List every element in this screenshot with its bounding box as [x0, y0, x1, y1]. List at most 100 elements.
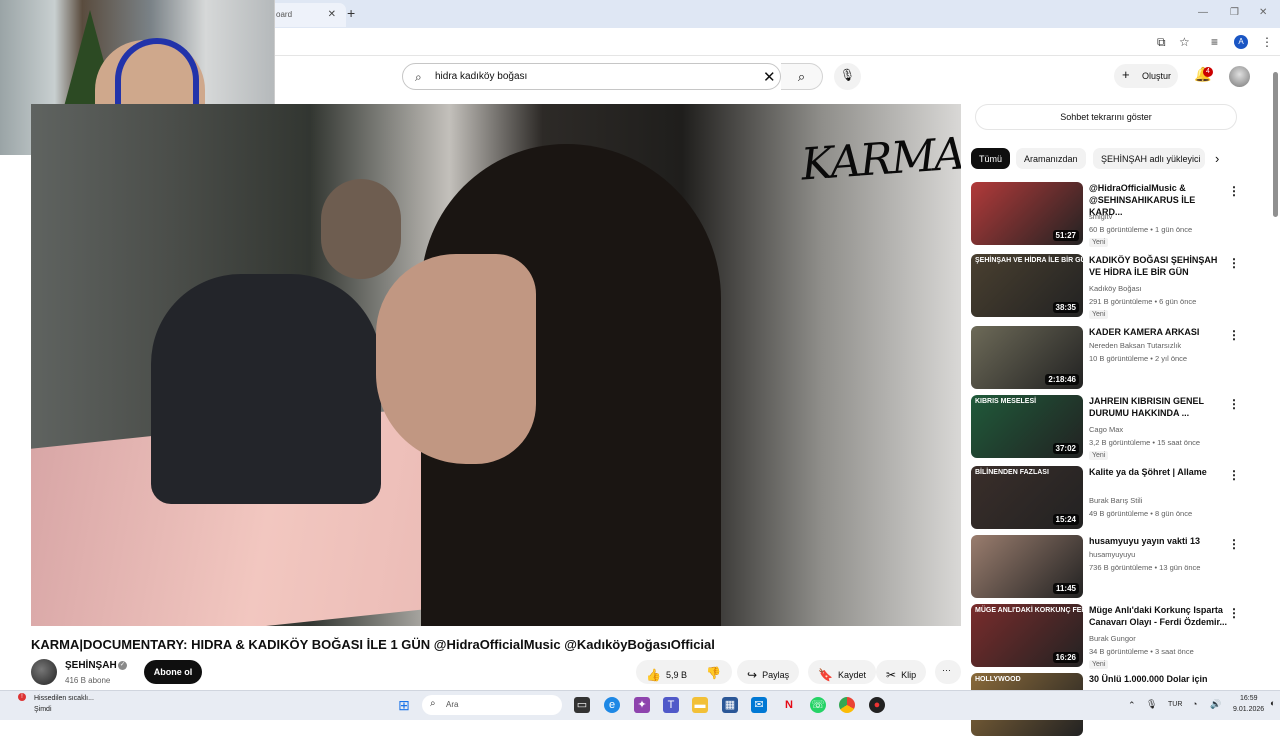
- media-control-icon[interactable]: ≡: [1211, 35, 1218, 49]
- video-thumbnail[interactable]: 11:45: [971, 535, 1083, 598]
- clock-time[interactable]: 16:59: [1240, 695, 1258, 702]
- recommendation-channel[interactable]: husamyuyuyu: [1089, 550, 1135, 559]
- weather-subtitle: Şimdi: [34, 706, 52, 713]
- recommendation-channel[interactable]: Cago Max: [1089, 425, 1123, 434]
- video-duration: 15:24: [1052, 514, 1079, 525]
- create-button[interactable]: + Oluştur: [1114, 64, 1178, 88]
- video-thumbnail[interactable]: BİLİNENDEN FAZLASI 15:24: [971, 466, 1083, 529]
- user-avatar[interactable]: [1229, 66, 1250, 87]
- chip-all[interactable]: Tümü: [971, 148, 1011, 169]
- tab-close-icon[interactable]: ✕: [328, 9, 336, 20]
- scrollbar-thumb[interactable]: [1273, 72, 1278, 217]
- recommendation-item[interactable]: 2:18:46 KADER KAMERA ARKASI Nereden Baksan…: [971, 326, 1261, 390]
- more-options-icon[interactable]: ⋮: [1228, 606, 1240, 620]
- video-thumbnail[interactable]: KIBRIS MESELESİ 37:02: [971, 395, 1083, 458]
- channel-avatar[interactable]: [31, 659, 57, 685]
- browser-tab[interactable]: oard ✕: [268, 3, 346, 27]
- file-explorer-icon[interactable]: ▬: [692, 697, 708, 713]
- recommendation-channel[interactable]: Burak Barış Stili: [1089, 496, 1142, 505]
- more-options-icon[interactable]: ⋮: [1228, 397, 1240, 411]
- language-indicator[interactable]: TUR: [1168, 701, 1182, 708]
- microphone-tray-icon[interactable]: 🎙: [1146, 699, 1157, 710]
- recommendation-item[interactable]: 11:45 husamyuyu yayın vakti 13 husamyuyuyu…: [971, 535, 1261, 599]
- minimize-button[interactable]: —: [1198, 7, 1208, 18]
- subscribe-button[interactable]: Abone ol: [144, 660, 202, 684]
- taskbar-search[interactable]: ⌕ Ara: [422, 695, 562, 715]
- whatsapp-icon[interactable]: ☏: [810, 697, 826, 713]
- chrome-icon[interactable]: [839, 697, 855, 713]
- recommendation-title[interactable]: Müge Anlı'daki Korkunç Isparta Canavarı …: [1089, 604, 1229, 628]
- recommendation-channel[interactable]: Nereden Baksan Tutarsızlık: [1089, 341, 1181, 350]
- more-options-icon[interactable]: ⋮: [1228, 468, 1240, 482]
- like-icon[interactable]: 👍: [646, 668, 661, 682]
- task-view-icon[interactable]: ▭: [574, 697, 590, 713]
- recommendation-title[interactable]: Kalite ya da Şöhret | Allame: [1089, 466, 1229, 478]
- store-icon[interactable]: ▦: [722, 697, 738, 713]
- netflix-icon[interactable]: N: [781, 697, 797, 713]
- volume-icon[interactable]: 🔊: [1210, 699, 1221, 710]
- browser-profile-avatar[interactable]: A: [1234, 35, 1248, 49]
- video-thumbnail[interactable]: 2:18:46: [971, 326, 1083, 389]
- mail-icon[interactable]: ✉: [751, 697, 767, 713]
- video-thumbnail[interactable]: 51:27: [971, 182, 1083, 245]
- recommendation-title[interactable]: husamyuyu yayın vakti 13: [1089, 535, 1229, 547]
- recommendation-item[interactable]: ŞEHİNŞAH VE HİDRA İLE BİR GÜN 2026 38:35 K…: [971, 254, 1261, 319]
- more-options-icon[interactable]: ⋮: [1228, 328, 1240, 342]
- channel-name[interactable]: ŞEHİNŞAH: [65, 660, 117, 671]
- page-scrollbar[interactable]: [1271, 62, 1280, 690]
- search-button[interactable]: ⌕: [781, 63, 823, 90]
- video-player[interactable]: KARMA: [31, 104, 961, 626]
- close-window-button[interactable]: ✕: [1259, 7, 1267, 18]
- wifi-icon[interactable]: ◔: [1192, 699, 1197, 709]
- windows-start-icon[interactable]: ⊞: [396, 697, 412, 713]
- new-tab-button[interactable]: +: [347, 5, 355, 21]
- recommendation-item[interactable]: 51:27 @HidraOfficialMusic & @SEHINSAHIKAR…: [971, 182, 1261, 247]
- tab-title: oard: [276, 10, 293, 19]
- chat-replay-button[interactable]: Sohbet tekrarını göster: [975, 104, 1237, 130]
- video-thumbnail[interactable]: MÜGE ANLI'DAKİ KORKUNÇ FERDİ ÖZDEMİR OL.…: [971, 604, 1083, 667]
- recommendation-title[interactable]: KADER KAMERA ARKASI: [1089, 326, 1229, 338]
- more-options-icon[interactable]: ⋮: [1228, 184, 1240, 198]
- recording-app-icon[interactable]: ●: [869, 697, 885, 713]
- dislike-icon[interactable]: 👎: [706, 666, 721, 680]
- clear-search-icon[interactable]: ✕: [763, 68, 776, 86]
- browser-menu-icon[interactable]: ⋮: [1261, 35, 1273, 49]
- notification-center-icon[interactable]: ◐: [1270, 698, 1275, 708]
- chip-uploader[interactable]: ŞEHİNŞAH adlı yükleyici: [1093, 148, 1205, 169]
- more-options-icon[interactable]: ⋮: [1228, 256, 1240, 270]
- recommendation-title[interactable]: KADIKÖY BOĞASI ŞEHİNŞAH VE HİDRA İLE BİR…: [1089, 254, 1229, 278]
- recommendation-item[interactable]: MÜGE ANLI'DAKİ KORKUNÇ FERDİ ÖZDEMİR OL.…: [971, 604, 1261, 669]
- weather-title[interactable]: Hissedilen sıcaklı...: [34, 695, 94, 702]
- search-input[interactable]: hidra kadıköy boğası: [435, 71, 527, 82]
- clip-button[interactable]: ✂ Klip: [876, 660, 927, 684]
- share-button[interactable]: ↪ Paylaş: [737, 660, 800, 684]
- weather-alert-icon[interactable]: !: [18, 693, 26, 701]
- like-dislike-group: 👍 5,9 B 👎: [636, 660, 732, 684]
- voice-search-button[interactable]: 🎙: [834, 63, 861, 90]
- recommendation-item[interactable]: BİLİNENDEN FAZLASI 15:24 Kalite ya da Şöhr…: [971, 466, 1261, 530]
- chevron-right-icon[interactable]: ›: [1215, 151, 1219, 166]
- video-thumbnail[interactable]: ŞEHİNŞAH VE HİDRA İLE BİR GÜN 2026 38:35: [971, 254, 1083, 317]
- cast-icon[interactable]: ⧉: [1157, 35, 1166, 50]
- teams-icon[interactable]: T: [663, 697, 679, 713]
- recommendation-channel[interactable]: smlgltv: [1089, 212, 1112, 221]
- chip-from-search[interactable]: Aramanızdan: [1016, 148, 1086, 169]
- video-scene-man: [151, 274, 381, 504]
- tray-overflow-icon[interactable]: ⌃: [1128, 700, 1136, 711]
- edge-icon[interactable]: e: [604, 697, 620, 713]
- more-options-icon[interactable]: ⋮: [1228, 537, 1240, 551]
- bookmark-star-icon[interactable]: ☆: [1179, 35, 1190, 49]
- recommendation-meta: 60 B görüntüleme • 1 gün önce: [1089, 225, 1193, 234]
- like-count[interactable]: 5,9 B: [666, 670, 687, 680]
- recommendation-channel[interactable]: Kadıköy Boğası: [1089, 284, 1142, 293]
- save-button[interactable]: 🔖 Kaydet: [808, 660, 876, 684]
- more-actions-button[interactable]: ···: [935, 660, 961, 684]
- restore-button[interactable]: ❐: [1230, 7, 1239, 18]
- taskbar-search-input[interactable]: Ara: [446, 700, 458, 709]
- recommendation-item[interactable]: KIBRIS MESELESİ 37:02 JAHREIN KIBRISIN GEN…: [971, 395, 1261, 460]
- recommendation-title[interactable]: 30 Ünlü 1.000.000 Dolar için: [1089, 673, 1229, 685]
- search-box[interactable]: ⌕ hidra kadıköy boğası ✕: [402, 63, 781, 90]
- recommendation-title[interactable]: JAHREIN KIBRISIN GENEL DURUMU HAKKINDA .…: [1089, 395, 1229, 419]
- copilot-icon[interactable]: ✦: [634, 697, 650, 713]
- recommendation-channel[interactable]: Burak Gungor: [1089, 634, 1136, 643]
